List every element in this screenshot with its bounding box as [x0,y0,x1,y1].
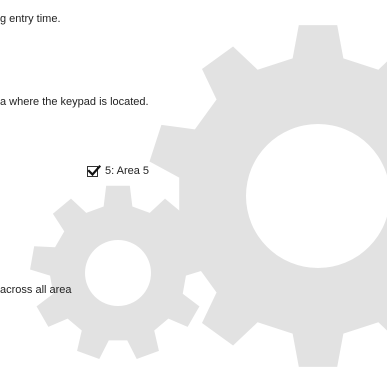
entry-time-text: g entry time. [0,13,61,25]
area-5-checkbox[interactable] [87,164,101,177]
small-gear-icon [30,185,206,359]
keypad-area-text: a where the keypad is located. [0,96,149,108]
checkmark-icon [87,164,101,177]
across-all-area-text: across all area [0,284,72,296]
gears-background [30,25,387,367]
area-5-checkbox-row[interactable]: 5: Area 5 [87,164,150,178]
area-5-label: 5: Area 5 [105,165,150,177]
